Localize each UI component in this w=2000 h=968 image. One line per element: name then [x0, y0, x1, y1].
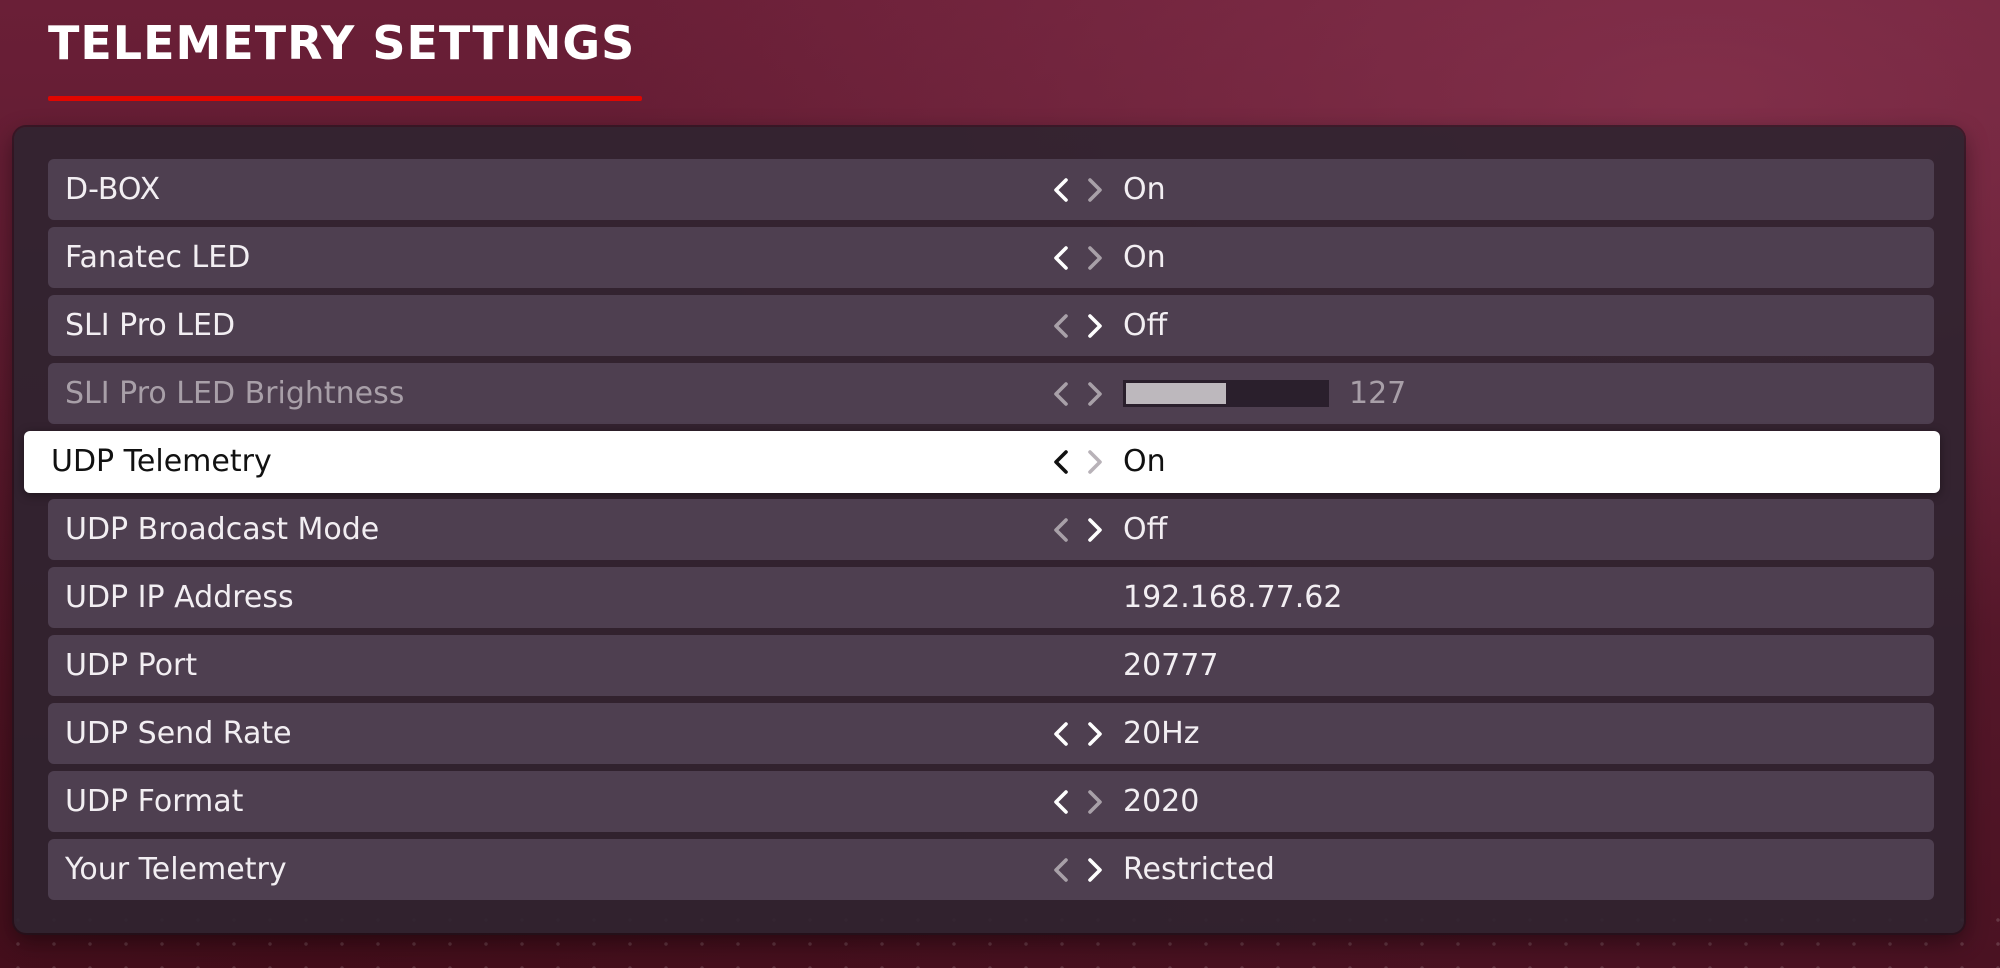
setting-row-fanatec-led[interactable]: Fanatec LED On — [48, 227, 1934, 288]
setting-row-udp-port[interactable]: UDP Port 20777 — [48, 635, 1934, 696]
option-arrows — [1048, 176, 1108, 204]
option-arrows — [1048, 380, 1108, 408]
setting-row-sli-pro-led[interactable]: SLI Pro LED Off — [48, 295, 1934, 356]
chevron-right-icon[interactable] — [1080, 380, 1108, 408]
option-arrows — [1048, 856, 1108, 884]
chevron-right-icon[interactable] — [1080, 176, 1108, 204]
chevron-right-icon[interactable] — [1080, 244, 1108, 272]
option-arrows — [1048, 788, 1108, 816]
title-underline — [48, 96, 642, 101]
setting-label: UDP Broadcast Mode — [65, 512, 380, 547]
chevron-left-icon[interactable] — [1048, 312, 1076, 340]
slider-value: 127 — [1349, 376, 1407, 411]
chevron-right-icon[interactable] — [1080, 516, 1108, 544]
setting-value: On — [1123, 172, 1166, 207]
chevron-left-icon[interactable] — [1048, 380, 1076, 408]
chevron-right-icon[interactable] — [1080, 720, 1108, 748]
page-title: TELEMETRY SETTINGS — [48, 16, 636, 70]
setting-label: UDP IP Address — [65, 580, 294, 615]
chevron-left-icon[interactable] — [1048, 244, 1076, 272]
setting-row-d-box[interactable]: D-BOX On — [48, 159, 1934, 220]
option-arrows — [1048, 516, 1108, 544]
setting-row-udp-format[interactable]: UDP Format 2020 — [48, 771, 1934, 832]
setting-value: 2020 — [1123, 784, 1200, 819]
option-arrows — [1048, 448, 1108, 476]
setting-label: UDP Send Rate — [65, 716, 292, 751]
chevron-left-icon[interactable] — [1048, 176, 1076, 204]
chevron-right-icon[interactable] — [1080, 312, 1108, 340]
chevron-left-icon[interactable] — [1048, 720, 1076, 748]
setting-row-your-telemetry[interactable]: Your Telemetry Restricted — [48, 839, 1934, 900]
setting-value: Off — [1123, 512, 1168, 547]
chevron-left-icon[interactable] — [1048, 856, 1076, 884]
chevron-right-icon[interactable] — [1080, 448, 1108, 476]
setting-row-udp-telemetry[interactable]: UDP Telemetry On — [24, 431, 1940, 493]
chevron-right-icon[interactable] — [1080, 856, 1108, 884]
setting-value: On — [1123, 444, 1166, 479]
chevron-left-icon[interactable] — [1048, 788, 1076, 816]
setting-row-udp-broadcast-mode[interactable]: UDP Broadcast Mode Off — [48, 499, 1934, 560]
chevron-left-icon[interactable] — [1048, 516, 1076, 544]
option-arrows — [1048, 244, 1108, 272]
setting-label: SLI Pro LED Brightness — [65, 376, 405, 411]
setting-row-udp-ip-address[interactable]: UDP IP Address 192.168.77.62 — [48, 567, 1934, 628]
setting-label: SLI Pro LED — [65, 308, 236, 343]
option-arrows — [1048, 720, 1108, 748]
setting-row-sli-pro-led-brightness[interactable]: SLI Pro LED Brightness 127 — [48, 363, 1934, 424]
setting-value: 20Hz — [1123, 716, 1200, 751]
setting-label: UDP Format — [65, 784, 244, 819]
setting-label: UDP Telemetry — [51, 444, 272, 479]
option-arrows — [1048, 312, 1108, 340]
setting-label: Fanatec LED — [65, 240, 251, 275]
chevron-right-icon[interactable] — [1080, 788, 1108, 816]
setting-value: 192.168.77.62 — [1123, 580, 1343, 615]
setting-value: On — [1123, 240, 1166, 275]
brightness-slider[interactable] — [1123, 380, 1329, 407]
chevron-left-icon[interactable] — [1048, 448, 1076, 476]
slider-fill — [1126, 383, 1226, 404]
header: TELEMETRY SETTINGS — [48, 14, 642, 101]
setting-value: 20777 — [1123, 648, 1219, 683]
settings-panel: D-BOX On Fanatec LED On SLI Pro LED Off — [14, 127, 1964, 933]
setting-label: D-BOX — [65, 172, 161, 207]
setting-value: Off — [1123, 308, 1168, 343]
setting-label: UDP Port — [65, 648, 198, 683]
setting-value: Restricted — [1123, 852, 1275, 887]
setting-row-udp-send-rate[interactable]: UDP Send Rate 20Hz — [48, 703, 1934, 764]
setting-label: Your Telemetry — [65, 852, 287, 887]
